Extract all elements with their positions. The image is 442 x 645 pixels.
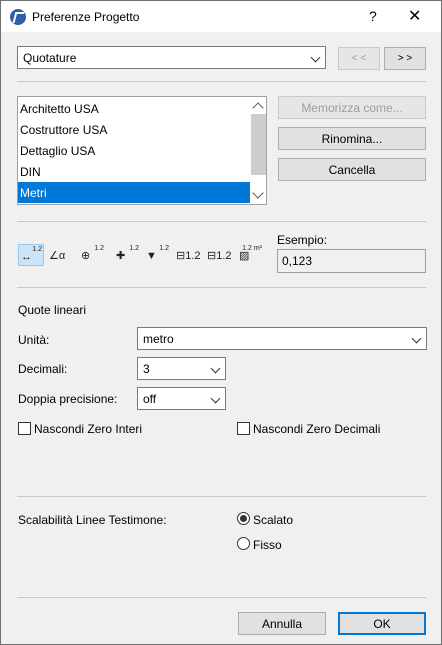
icon-glyph: ⊕ <box>81 250 91 262</box>
ok-button[interactable]: OK <box>338 612 426 635</box>
icon-glyph: ⊟1.2 <box>207 250 232 262</box>
help-button[interactable]: ? <box>369 8 377 24</box>
elevation-dimension-icon[interactable]: 1.2 ▼ <box>144 244 170 266</box>
decimals-select-value: 3 <box>143 362 150 376</box>
icon-glyph: ⊟1.2 <box>176 250 201 262</box>
scaled-radio[interactable] <box>237 512 250 525</box>
chevron-down-icon <box>310 52 321 63</box>
category-select[interactable]: Quotature <box>17 46 326 69</box>
hide-zero-integers-checkbox[interactable] <box>18 422 31 435</box>
icon-label: 1.2 <box>94 245 104 252</box>
close-button[interactable]: ✕ <box>408 6 421 26</box>
area-dimension-icon[interactable]: 1.2 m² ▨ <box>237 244 263 266</box>
icon-glyph: ▨ <box>239 250 250 262</box>
icon-glyph: ↔ <box>21 251 32 263</box>
door-window-dimension-icon[interactable]: ⊟1.2 <box>174 244 201 266</box>
hide-zero-decimals-label[interactable]: Nascondi Zero Decimali <box>253 422 380 436</box>
section-title: Quote lineari <box>18 303 87 317</box>
list-item[interactable]: Costruttore USA <box>18 119 250 140</box>
next-page-button[interactable]: > > <box>384 47 426 70</box>
fixed-radio[interactable] <box>237 537 250 550</box>
chevron-down-icon <box>210 363 221 374</box>
list-item[interactable]: Architetto USA <box>18 98 250 119</box>
project-preferences-dialog: Preferenze Progetto ? ✕ Quotature < < > … <box>0 0 442 645</box>
title-bar: Preferenze Progetto ? ✕ <box>1 1 441 32</box>
divider <box>17 287 426 288</box>
scaled-radio-label[interactable]: Scalato <box>253 513 293 527</box>
icon-label: 1.2 <box>129 245 139 252</box>
double-precision-select[interactable]: off <box>137 387 226 410</box>
list-item[interactable]: DIN <box>18 161 250 182</box>
previous-page-button[interactable]: < < <box>338 47 380 70</box>
category-select-value: Quotature <box>23 51 77 65</box>
hide-zero-integers-label[interactable]: Nascondi Zero Interi <box>34 422 142 436</box>
delete-button[interactable]: Cancella <box>278 158 426 181</box>
example-label: Esempio: <box>277 233 328 247</box>
store-as-button[interactable]: Memorizza come... <box>278 96 426 119</box>
icon-label: 1.2 <box>32 246 42 253</box>
icon-glyph: ▼ <box>146 250 157 262</box>
window-title: Preferenze Progetto <box>32 10 140 24</box>
double-precision-label: Doppia precisione: <box>18 392 118 406</box>
hide-zero-decimals-checkbox[interactable] <box>237 422 250 435</box>
decimals-select[interactable]: 3 <box>137 357 226 380</box>
divider <box>17 81 426 82</box>
app-logo-icon <box>10 9 26 25</box>
icon-label: 1.2 <box>159 245 169 252</box>
double-precision-select-value: off <box>143 392 157 406</box>
unit-label: Unità: <box>18 333 50 347</box>
chevron-down-icon <box>210 393 221 404</box>
witness-line-scaling-label: Scalabilità Linee Testimone: <box>18 513 167 527</box>
fixed-radio-label[interactable]: Fisso <box>253 538 282 552</box>
unit-select-value: metro <box>143 332 174 346</box>
angular-dimension-icon[interactable]: ∠α <box>47 244 73 266</box>
linear-dimension-icon[interactable]: 1.2 ↔ <box>18 244 44 266</box>
icon-glyph: ✚ <box>116 250 126 262</box>
cancel-button[interactable]: Annulla <box>238 612 326 635</box>
scrollbar-thumb[interactable] <box>251 114 266 175</box>
scroll-down-icon[interactable] <box>252 187 264 199</box>
divider <box>17 496 426 497</box>
list-item[interactable]: Dettaglio USA <box>18 140 250 161</box>
example-preview: 0,123 <box>277 249 426 273</box>
sill-height-dimension-icon[interactable]: ⊟1.2 <box>205 244 232 266</box>
rename-button[interactable]: Rinomina... <box>278 127 426 150</box>
icon-glyph: ∠α <box>49 250 66 262</box>
chevron-down-icon <box>411 333 422 344</box>
unit-select[interactable]: metro <box>137 327 427 350</box>
scroll-up-icon[interactable] <box>252 102 264 114</box>
preset-list[interactable]: Architetto USA Costruttore USA Dettaglio… <box>17 96 267 205</box>
list-item-selected[interactable]: Metri <box>18 182 250 203</box>
decimals-label: Decimali: <box>18 362 68 376</box>
radial-dimension-icon[interactable]: 1.2 ⊕ <box>79 244 105 266</box>
level-dimension-icon[interactable]: 1.2 ✚ <box>114 244 140 266</box>
divider <box>17 221 426 222</box>
divider <box>17 597 426 598</box>
